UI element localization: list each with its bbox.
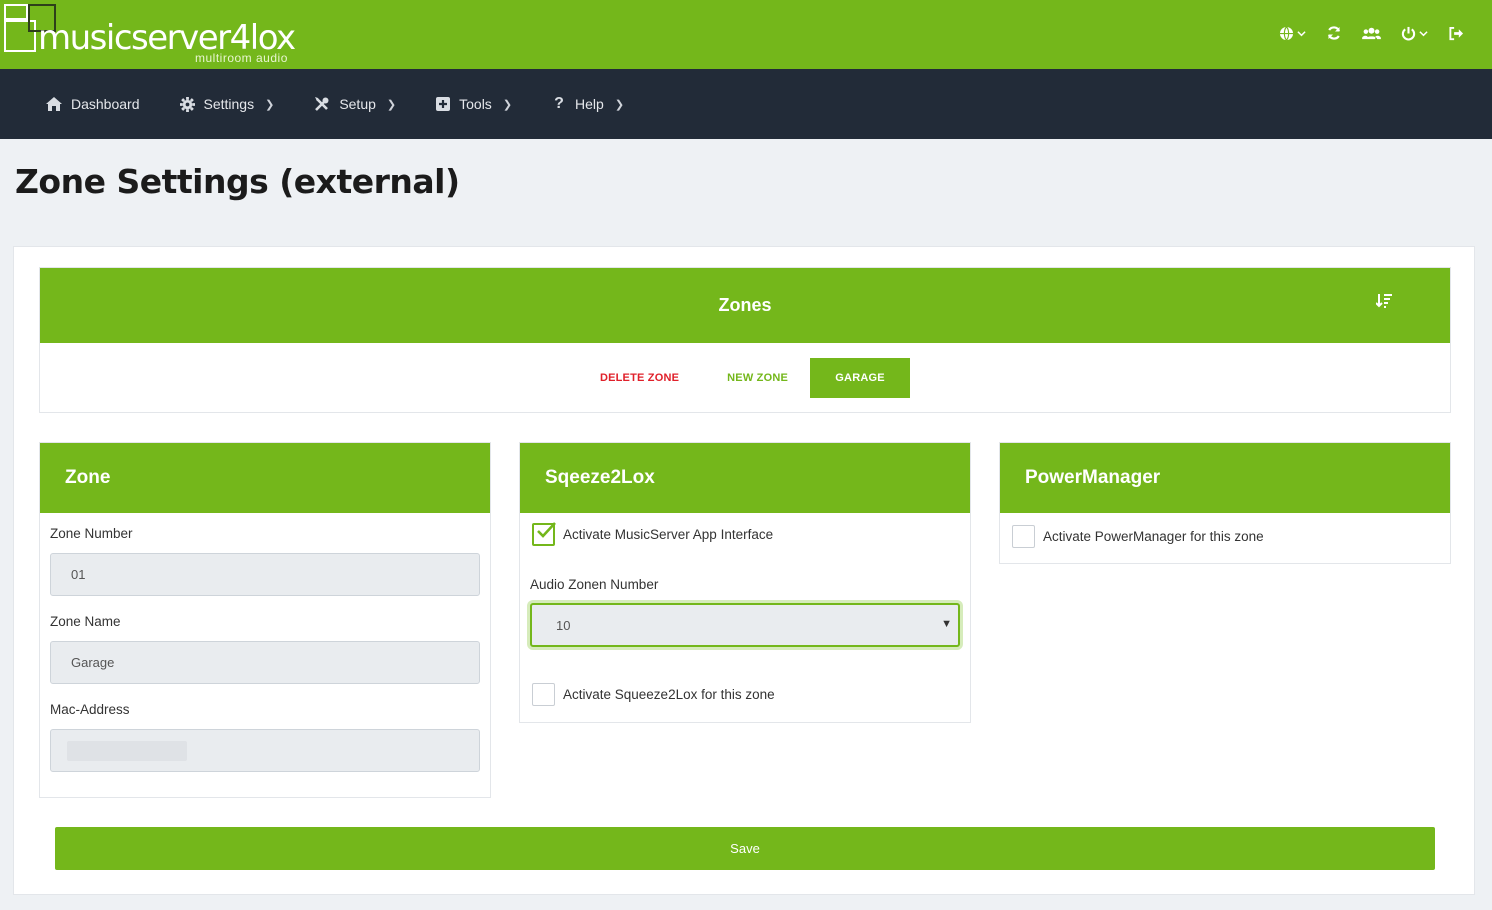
top-header: musicserver4lox multiroom audio <box>0 0 1492 69</box>
checkmark-icon <box>537 522 556 538</box>
zones-header: Zones <box>40 268 1450 343</box>
zone-panel: Zone Zone Number 01 Zone Name Garage Mac… <box>39 442 491 798</box>
nav-tools[interactable]: Tools ❯ <box>436 96 512 112</box>
logout-icon <box>1449 26 1464 40</box>
zone-name-label: Zone Name <box>50 614 121 629</box>
nav-dashboard[interactable]: Dashboard <box>46 96 140 112</box>
chevron-down-icon <box>1297 30 1306 36</box>
caret-down-icon: ▼ <box>941 618 952 630</box>
users-icon <box>1362 27 1381 39</box>
plus-square-icon <box>436 97 451 111</box>
chevron-right-icon: ❯ <box>502 98 513 111</box>
refresh-icon <box>1327 26 1341 40</box>
squeeze2lox-panel-title: Sqeeze2Lox <box>545 467 655 488</box>
nav-settings-label: Settings <box>203 96 255 112</box>
main-navbar: Dashboard Settings ❯ Setup ❯ Tools ❯ ? H… <box>0 69 1492 139</box>
activate-squeeze2lox-row[interactable]: Activate Squeeze2Lox for this zone <box>532 683 775 706</box>
zones-card: Zones DELETE ZONE NEW ZONE GARAGE <box>39 267 1451 413</box>
mac-address-field[interactable] <box>50 729 480 772</box>
nav-tools-label: Tools <box>459 96 492 112</box>
save-button[interactable]: Save <box>55 827 1435 870</box>
zones-actions: DELETE ZONE NEW ZONE GARAGE <box>40 358 1450 398</box>
zone-number-value: 01 <box>71 567 86 582</box>
audio-zone-number-value: 10 <box>556 617 571 633</box>
logout-button[interactable] <box>1448 26 1464 41</box>
language-menu[interactable] <box>1279 26 1306 41</box>
page-title: Zone Settings (external) <box>15 162 460 201</box>
chevron-right-icon: ❯ <box>265 98 275 111</box>
nav-setup-label: Setup <box>339 96 376 112</box>
audio-zone-number-select[interactable]: 10 ▼ <box>530 603 960 647</box>
question-icon: ? <box>554 95 564 112</box>
chevron-right-icon: ❯ <box>614 98 625 111</box>
redacted-mac-value <box>67 740 187 761</box>
mac-address-label: Mac-Address <box>50 702 130 717</box>
home-icon <box>46 97 62 111</box>
app-interface-checkbox-row[interactable]: Activate MusicServer App Interface <box>532 522 774 546</box>
nav-settings[interactable]: Settings ❯ <box>179 96 275 112</box>
power-icon <box>1401 26 1416 40</box>
squeeze2lox-panel-header: Sqeeze2Lox <box>520 443 970 513</box>
globe-icon <box>1279 26 1294 40</box>
audio-zone-number-label: Audio Zonen Number <box>530 577 659 592</box>
zone-name-value: Garage <box>71 655 115 670</box>
activate-squeeze2lox-checkbox[interactable] <box>532 683 555 706</box>
logo-square-small <box>4 4 28 20</box>
zone-panel-title: Zone <box>65 467 111 488</box>
activate-squeeze2lox-label: Activate Squeeze2Lox for this zone <box>563 687 775 702</box>
nav-help[interactable]: ? Help ❯ <box>552 95 624 113</box>
gear-icon <box>179 96 195 112</box>
zone-number-label: Zone Number <box>50 526 133 541</box>
chevron-right-icon: ❯ <box>386 98 397 111</box>
activate-powermanager-label: Activate PowerManager for this zone <box>1043 529 1264 544</box>
logo[interactable]: musicserver4lox multiroom audio <box>0 0 300 69</box>
app-interface-checkbox[interactable] <box>532 522 556 546</box>
powermanager-panel-header: PowerManager <box>1000 443 1450 513</box>
power-menu[interactable] <box>1401 26 1428 41</box>
zone-number-field[interactable]: 01 <box>50 553 480 596</box>
zone-tab-garage[interactable]: GARAGE <box>810 358 911 398</box>
nav-help-label: Help <box>575 96 604 112</box>
zones-title: Zones <box>718 295 772 315</box>
nav-dashboard-label: Dashboard <box>71 96 140 112</box>
chevron-down-icon <box>1419 30 1428 36</box>
header-icons <box>1279 22 1464 44</box>
new-zone-button[interactable]: NEW ZONE <box>707 358 808 398</box>
refresh-button[interactable] <box>1326 25 1342 41</box>
nav-setup[interactable]: Setup ❯ <box>314 96 396 112</box>
tools-icon <box>315 97 329 111</box>
app-interface-label: Activate MusicServer App Interface <box>563 527 774 542</box>
activate-powermanager-checkbox[interactable] <box>1012 525 1035 548</box>
zone-name-field[interactable]: Garage <box>50 641 480 684</box>
main-container: Zones DELETE ZONE NEW ZONE GARAGE Zone Z… <box>13 246 1475 895</box>
users-button[interactable] <box>1362 26 1381 41</box>
sort-icon[interactable] <box>1376 294 1392 309</box>
squeeze2lox-panel: Sqeeze2Lox Activate MusicServer App Inte… <box>519 442 971 723</box>
powermanager-panel-title: PowerManager <box>1025 467 1161 488</box>
activate-powermanager-row[interactable]: Activate PowerManager for this zone <box>1012 525 1264 548</box>
zone-panel-header: Zone <box>40 443 490 513</box>
powermanager-panel: PowerManager Activate PowerManager for t… <box>999 442 1451 564</box>
brand-tagline: multiroom audio <box>195 51 288 65</box>
delete-zone-button[interactable]: DELETE ZONE <box>580 358 699 398</box>
